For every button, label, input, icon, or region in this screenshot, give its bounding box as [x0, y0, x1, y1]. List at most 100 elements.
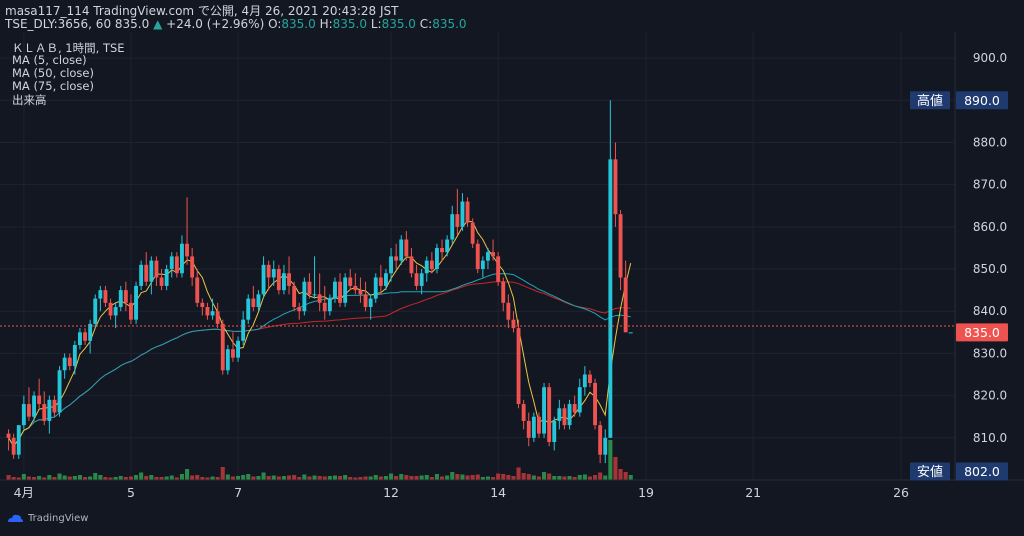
candle-body [42, 404, 47, 421]
volume-bar [322, 476, 327, 480]
candle-body [598, 425, 603, 455]
legend-ma5: MA (5, close) [12, 53, 87, 67]
tradingview-logo[interactable]: TradingView [6, 512, 88, 524]
volume-bar [98, 475, 103, 480]
candle-body [256, 294, 261, 308]
candle-body [567, 404, 572, 426]
candle-body [236, 340, 240, 358]
candle-body [282, 273, 286, 291]
volume-bar [613, 457, 618, 480]
volume-bar [526, 474, 531, 480]
volume-bar [210, 476, 215, 480]
y-tick-label: 870.0 [973, 178, 1007, 192]
logo-text: TradingView [28, 512, 89, 524]
candle-body [424, 260, 429, 274]
volume-bar [404, 475, 409, 480]
x-tick-label: 21 [745, 485, 761, 500]
volume-bar [169, 475, 174, 480]
candle-body [317, 294, 322, 303]
volume-bar [628, 475, 633, 480]
y-tick-label: 810.0 [973, 431, 1007, 445]
candle-body [21, 404, 26, 426]
volume-bar [256, 476, 261, 480]
candle-body [460, 201, 465, 227]
volume-bar [220, 467, 225, 480]
volume-bar [450, 472, 455, 480]
volume-bar [409, 476, 414, 480]
volume-bar [327, 476, 332, 480]
candle-body [169, 256, 174, 270]
high-badge-label: 高値 [917, 93, 943, 109]
x-tick-label: 12 [383, 485, 399, 500]
candle-body [312, 294, 317, 296]
candle-body [608, 159, 613, 438]
candle-body [159, 277, 164, 286]
candle-body [32, 395, 36, 417]
x-tick-label: 26 [893, 485, 909, 500]
volume-bar [88, 476, 93, 480]
candle-body [348, 277, 353, 286]
volume-bar [618, 469, 623, 480]
candle-body [343, 277, 348, 303]
volume-bar [261, 472, 266, 480]
volume-bar [241, 475, 246, 480]
candle-body [506, 302, 511, 320]
candle-body [429, 260, 434, 270]
candle-body [215, 311, 220, 324]
candle-body [195, 277, 200, 303]
volume-bar [62, 475, 67, 480]
candle-body [292, 285, 297, 308]
volume-bar [139, 472, 144, 480]
candle-body [139, 264, 144, 286]
candle-body [501, 281, 506, 303]
volume-bar [501, 474, 506, 480]
candle-body [511, 319, 516, 329]
volume-bar [312, 475, 317, 480]
volume-bar [598, 472, 603, 480]
candle-body [271, 269, 276, 278]
candle-body [123, 290, 128, 303]
candle-body [603, 437, 608, 455]
candlestick-chart[interactable]: 810.0 820.0 830.0 840.0 850.0 860.0 870.0 880.0… [0, 0, 1024, 536]
volume-bar [521, 473, 526, 480]
x-tick-label: 7 [234, 485, 242, 500]
candle-body [302, 281, 307, 312]
volume-bar [465, 475, 470, 480]
candle-body [27, 404, 31, 417]
candle-body [266, 264, 271, 278]
candle-body [588, 374, 592, 383]
candle-body [465, 201, 470, 223]
candle-body [149, 260, 154, 282]
candle-body [118, 290, 123, 308]
volume-bar [445, 475, 450, 480]
volume-bar [246, 474, 251, 480]
volume-bar [368, 476, 373, 480]
legend-ma50: MA (50, close) [12, 66, 94, 80]
candle-body [52, 399, 57, 413]
candle-body [445, 239, 450, 253]
volume-bar [21, 474, 26, 480]
candle-body [93, 298, 98, 324]
legend-volume: 出来高 [12, 93, 47, 107]
candle-body [225, 349, 230, 371]
volume-bar [383, 476, 388, 480]
candle-body [113, 307, 118, 316]
volume-bar [307, 476, 312, 480]
candle-body [618, 214, 623, 278]
volume-bar [414, 476, 419, 480]
candle-body [480, 260, 485, 270]
volume-bar [317, 476, 322, 480]
x-tick-label: 4月 [14, 485, 34, 500]
volume-bar [266, 476, 271, 480]
volume-bar [302, 474, 307, 480]
candle-body [251, 298, 256, 308]
volume-bar [332, 475, 337, 480]
candle-body [384, 273, 388, 286]
candle-body [57, 370, 62, 413]
y-tick-label: 850.0 [973, 262, 1007, 276]
volume-bar [251, 476, 256, 480]
candle-body [486, 252, 490, 261]
candle-body [404, 239, 409, 257]
candle-body [399, 239, 404, 261]
x-tick-label: 14 [490, 485, 506, 500]
